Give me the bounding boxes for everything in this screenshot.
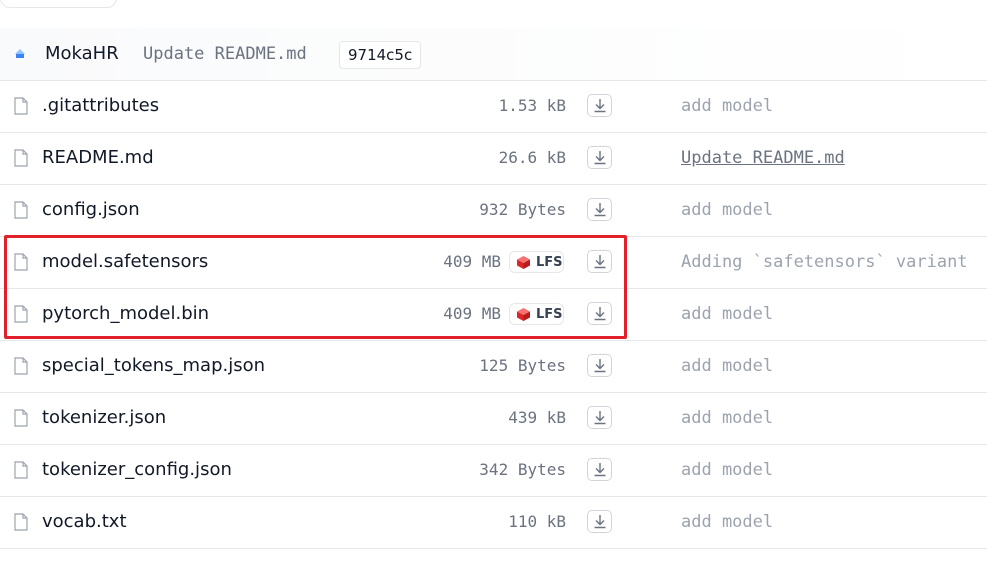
file-icon xyxy=(14,253,28,271)
file-name[interactable]: special_tokens_map.json xyxy=(42,355,265,376)
commit-hash[interactable]: 9714c5c xyxy=(339,41,422,69)
file-commit-link[interactable]: Update README.md xyxy=(681,148,845,168)
file-size: 125 Bytes xyxy=(479,356,566,375)
download-button[interactable] xyxy=(587,250,612,273)
file-commit-message[interactable]: add model xyxy=(681,96,773,116)
file-row: config.json 932 Bytes add model xyxy=(0,185,987,237)
download-icon xyxy=(594,151,606,165)
file-icon xyxy=(14,409,28,427)
org-icon xyxy=(15,49,25,58)
download-icon xyxy=(594,255,606,269)
file-row: .gitattributes 1.53 kB add model xyxy=(0,81,987,133)
lfs-cube-icon xyxy=(517,256,530,269)
file-row: README.md 26.6 kB Update README.md xyxy=(0,133,987,185)
file-icon xyxy=(14,97,28,115)
file-name[interactable]: pytorch_model.bin xyxy=(42,303,209,324)
file-name[interactable]: config.json xyxy=(42,199,140,220)
file-row: tokenizer.json 439 kB add model xyxy=(0,393,987,445)
download-icon xyxy=(594,411,606,425)
download-icon xyxy=(594,359,606,373)
download-button[interactable] xyxy=(587,302,612,325)
file-size: 1.53 kB xyxy=(498,96,566,115)
lfs-badge: LFS xyxy=(509,303,564,325)
file-icon xyxy=(14,149,28,167)
file-row: pytorch_model.bin 409 MB LFS add model xyxy=(0,289,987,341)
file-icon xyxy=(14,461,28,479)
download-button[interactable] xyxy=(587,510,612,533)
file-name[interactable]: .gitattributes xyxy=(42,95,159,116)
download-button[interactable] xyxy=(587,198,612,221)
file-icon xyxy=(14,201,28,219)
top-pill xyxy=(0,0,117,8)
file-row: model.safetensors 409 MB LFS Adding `saf… xyxy=(0,237,987,289)
file-commit-message[interactable]: add model xyxy=(681,512,773,532)
file-commit-message[interactable]: add model xyxy=(681,356,773,376)
file-commit-message[interactable]: add model xyxy=(681,304,773,324)
last-commit-header: MokaHR Update README.md 9714c5c xyxy=(0,28,987,81)
file-row: special_tokens_map.json 125 Bytes add mo… xyxy=(0,341,987,393)
file-row: tokenizer_config.json 342 Bytes add mode… xyxy=(0,445,987,497)
download-button[interactable] xyxy=(587,354,612,377)
top-bar xyxy=(0,0,987,29)
download-icon xyxy=(594,203,606,217)
lfs-label: LFS xyxy=(536,255,563,270)
file-size: 409 MB xyxy=(443,252,501,271)
download-button[interactable] xyxy=(587,146,612,169)
file-commit-message[interactable]: add model xyxy=(681,200,773,220)
download-button[interactable] xyxy=(587,406,612,429)
lfs-label: LFS xyxy=(536,307,563,322)
file-name[interactable]: README.md xyxy=(42,147,154,168)
file-size: 439 kB xyxy=(508,408,566,427)
download-icon xyxy=(594,463,606,477)
file-row: vocab.txt 110 kB add model xyxy=(0,497,987,549)
file-size: 110 kB xyxy=(508,512,566,531)
file-size: 932 Bytes xyxy=(479,200,566,219)
download-icon xyxy=(594,307,606,321)
file-icon xyxy=(14,357,28,375)
file-commit-message[interactable]: add model xyxy=(681,408,773,428)
download-button[interactable] xyxy=(587,458,612,481)
last-commit-message[interactable]: Update README.md xyxy=(143,44,307,64)
file-icon xyxy=(14,513,28,531)
lfs-badge: LFS xyxy=(509,251,564,273)
file-list: .gitattributes 1.53 kB add model README.… xyxy=(0,81,987,549)
download-button[interactable] xyxy=(587,94,612,117)
lfs-cube-icon xyxy=(517,308,530,321)
org-name[interactable]: MokaHR xyxy=(45,43,119,64)
file-name[interactable]: model.safetensors xyxy=(42,251,208,272)
file-commit-message[interactable]: Adding `safetensors` variant xyxy=(681,252,968,272)
file-name[interactable]: tokenizer.json xyxy=(42,407,166,428)
file-name[interactable]: tokenizer_config.json xyxy=(42,459,232,480)
file-icon xyxy=(14,305,28,323)
file-commit-message[interactable]: add model xyxy=(681,460,773,480)
file-size: 409 MB xyxy=(443,304,501,323)
file-name[interactable]: vocab.txt xyxy=(42,511,127,532)
download-icon xyxy=(594,99,606,113)
download-icon xyxy=(594,515,606,529)
file-size: 26.6 kB xyxy=(498,148,566,167)
file-size: 342 Bytes xyxy=(479,460,566,479)
